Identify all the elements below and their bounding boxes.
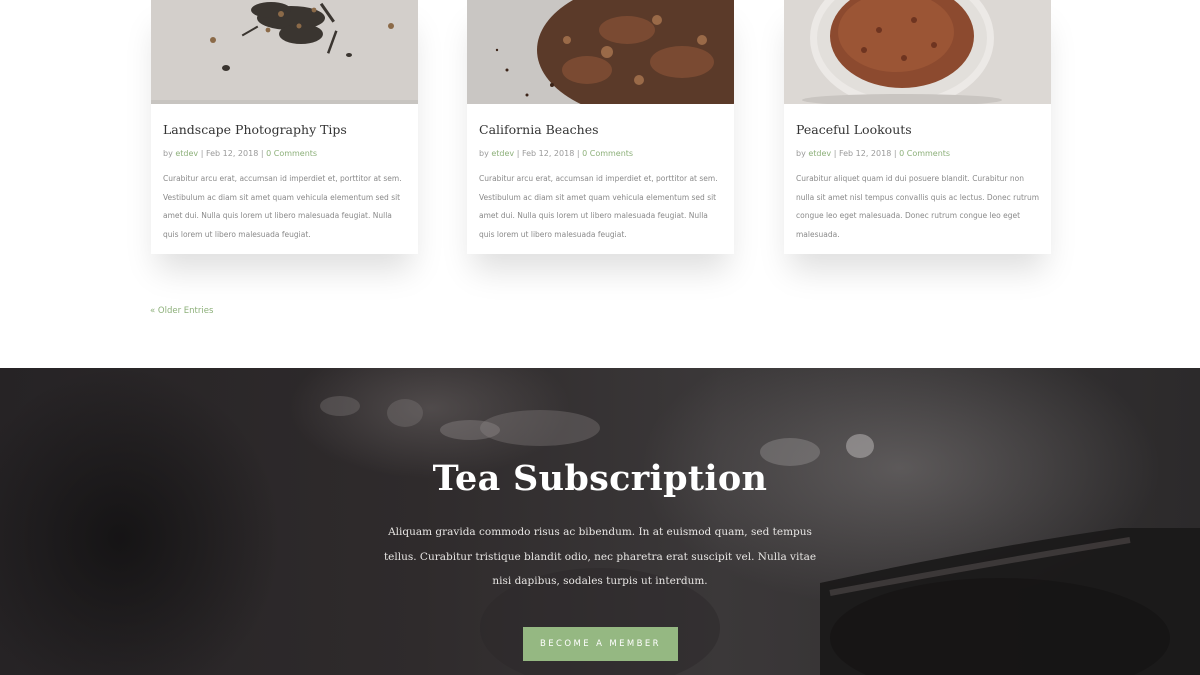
post-excerpt: Curabitur arcu erat, accumsan id imperdi… xyxy=(163,174,402,239)
post-meta: by etdev | Feb 12, 2018 | 0 Comments xyxy=(163,149,408,158)
post-meta: by etdev | Feb 12, 2018 | 0 Comments xyxy=(796,149,1041,158)
post-author-link[interactable]: etdev xyxy=(491,149,514,158)
loose-leaf-tea-image xyxy=(151,0,418,104)
subscription-title: Tea Subscription xyxy=(432,458,768,499)
post-meta: by etdev | Feb 12, 2018 | 0 Comments xyxy=(479,149,724,158)
post-thumbnail[interactable] xyxy=(784,0,1051,104)
post-author-link[interactable]: etdev xyxy=(175,149,198,158)
post-date: Feb 12, 2018 xyxy=(205,149,259,158)
post-title[interactable]: Peaceful Lookouts xyxy=(796,122,1041,137)
post-excerpt: Curabitur arcu erat, accumsan id imperdi… xyxy=(479,174,718,239)
post-date: Feb 12, 2018 xyxy=(521,149,575,158)
blog-card: Peaceful Lookouts by etdev | Feb 12, 201… xyxy=(784,0,1051,254)
post-comments-link[interactable]: 0 Comments xyxy=(899,149,950,158)
subscription-description: Aliquam gravida commodo risus ac bibendu… xyxy=(383,526,817,587)
post-date: Feb 12, 2018 xyxy=(838,149,892,158)
blog-card: Landscape Photography Tips by etdev | Fe… xyxy=(151,0,418,254)
post-comments-link[interactable]: 0 Comments xyxy=(582,149,633,158)
post-thumbnail[interactable] xyxy=(151,0,418,104)
meta-separator: | xyxy=(200,149,204,158)
become-member-button[interactable]: BECOME A MEMBER xyxy=(523,627,678,661)
meta-separator: | xyxy=(576,149,580,158)
post-author-link[interactable]: etdev xyxy=(808,149,831,158)
post-thumbnail[interactable] xyxy=(467,0,734,104)
blog-section: Landscape Photography Tips by etdev | Fe… xyxy=(0,0,1200,368)
rooibos-tea-bowl-image xyxy=(784,0,1051,104)
post-excerpt: Curabitur aliquet quam id dui posuere bl… xyxy=(796,174,1040,239)
blog-card: California Beaches by etdev | Feb 12, 20… xyxy=(467,0,734,254)
herbal-tea-image xyxy=(467,0,734,104)
meta-by: by xyxy=(479,149,489,158)
meta-separator: | xyxy=(516,149,520,158)
meta-by: by xyxy=(796,149,806,158)
post-title[interactable]: California Beaches xyxy=(479,122,724,137)
older-entries-link[interactable]: « Older Entries xyxy=(150,306,213,316)
meta-separator: | xyxy=(893,149,897,158)
meta-separator: | xyxy=(260,149,264,158)
meta-separator: | xyxy=(833,149,837,158)
post-title[interactable]: Landscape Photography Tips xyxy=(163,122,408,137)
post-comments-link[interactable]: 0 Comments xyxy=(266,149,317,158)
meta-by: by xyxy=(163,149,173,158)
